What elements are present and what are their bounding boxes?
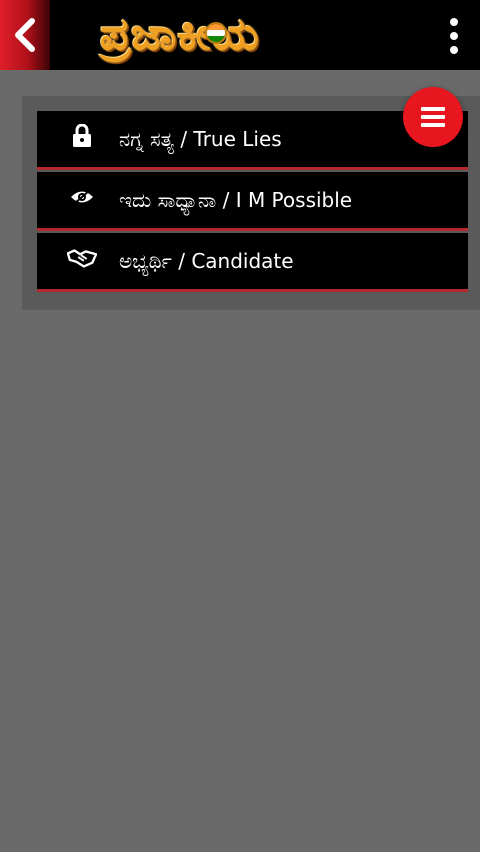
back-button[interactable]	[0, 0, 50, 70]
menu-item-im-possible[interactable]: ಇದು ಸಾಧ್ಯಾನಾ / I M Possible	[37, 172, 468, 231]
more-dot	[450, 46, 458, 54]
hamburger-menu-icon	[421, 107, 445, 111]
eye-icon	[67, 184, 97, 210]
handshake-icon	[67, 245, 97, 271]
flag-band-green	[207, 35, 225, 42]
floating-menu-button[interactable]	[403, 87, 463, 147]
app-title: ಪ್ರಜಾಕೀಯ	[100, 9, 260, 60]
menu-item-candidate[interactable]: ಅಭ್ಯರ್ಥಿ / Candidate	[37, 233, 468, 292]
menu-item-label: ಇದು ಸಾಧ್ಯಾನಾ / I M Possible	[119, 188, 353, 212]
more-options-button[interactable]	[448, 18, 460, 54]
menu-item-label: ನಗ್ನ ಸತ್ಯ / True Lies	[119, 127, 282, 151]
hamburger-menu-icon	[421, 123, 445, 127]
flag-icon	[205, 22, 227, 44]
more-dot	[450, 32, 458, 40]
hamburger-menu-icon	[421, 115, 445, 119]
app-logo: ಪ್ರಜಾಕೀಯ	[100, 4, 260, 66]
more-dot	[450, 18, 458, 26]
chevron-left-icon	[15, 18, 35, 52]
menu-item-label: ಅಭ್ಯರ್ಥಿ / Candidate	[119, 249, 294, 273]
lock-icon	[67, 123, 97, 149]
menu-list: ನಗ್ನ ಸತ್ಯ / True Lies ಇದು ಸಾಧ್ಯಾನಾ / I M…	[37, 111, 468, 294]
top-app-bar: ಪ್ರಜಾಕೀಯ	[0, 0, 480, 70]
